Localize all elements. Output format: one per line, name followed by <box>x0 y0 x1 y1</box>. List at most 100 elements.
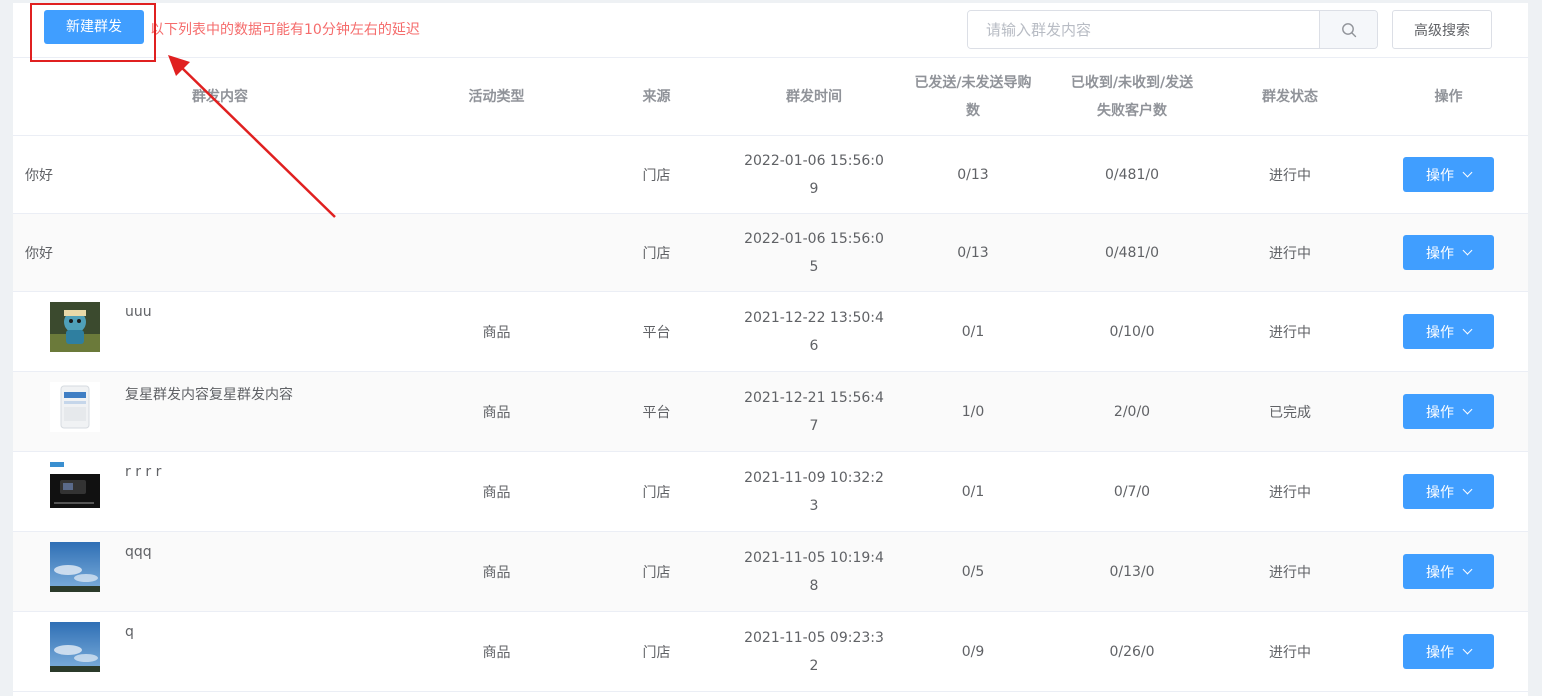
row-operation-cell: 操作 <box>1369 532 1528 611</box>
table-row: qqq 商品 门店 2021-11-05 10:19:4 8 0/5 0/13/0 进行中 操作 <box>13 532 1528 612</box>
row-content-text: uuu <box>125 304 152 320</box>
row-time: 2022-01-06 15:56:0 5 <box>735 214 893 291</box>
row-time: 2022-01-06 15:56:0 9 <box>735 136 893 213</box>
row-time-part1: 2021-12-21 15:56:4 <box>744 389 884 406</box>
operation-dropdown-button[interactable]: 操作 <box>1403 157 1494 192</box>
table-row: 复星群发内容复星群发内容 商品 平台 2021-12-21 15:56:4 7 1/0 2/… <box>13 372 1528 452</box>
row-status: 已完成 <box>1269 404 1311 421</box>
row-content-cell: uuu <box>13 292 415 371</box>
row-operation-cell: 操作 <box>1369 612 1528 691</box>
column-header-sent-line2: 数 <box>966 102 980 119</box>
row-time: 2021-12-22 13:50:4 6 <box>735 292 893 371</box>
row-time-part1: 2021-12-22 13:50:4 <box>744 309 884 326</box>
row-content-text: q <box>125 624 134 640</box>
row-status: 进行中 <box>1269 484 1311 501</box>
table-row: 你好 门店 2022-01-06 15:56:0 5 0/13 0/481/0 进行中 操作 <box>13 214 1528 292</box>
operation-button-label: 操作 <box>1426 245 1454 262</box>
table-body: 你好 门店 2022-01-06 15:56:0 9 0/13 0/481/0 进行中 操作你… <box>13 136 1528 692</box>
row-received-count: 0/7/0 <box>1113 483 1151 500</box>
column-header-received: 已收到/未收到/发送 失败客户数 <box>1053 58 1211 135</box>
column-header-content: 群发内容 <box>192 88 248 105</box>
chevron-down-icon <box>1462 324 1473 335</box>
row-received-count: 0/481/0 <box>1105 166 1159 183</box>
row-time-part2: 9 <box>809 180 819 197</box>
column-header-time: 群发时间 <box>786 88 842 105</box>
row-content-cell: q <box>13 612 415 691</box>
chevron-down-icon <box>1462 404 1473 415</box>
content-thumbnail <box>50 622 100 672</box>
operation-dropdown-button[interactable]: 操作 <box>1403 235 1494 270</box>
row-activity-type: 商品 <box>482 324 511 341</box>
row-time: 2021-11-05 10:19:4 8 <box>735 532 893 611</box>
content-thumbnail <box>50 382 100 432</box>
chevron-down-icon <box>1462 167 1473 178</box>
row-source: 门店 <box>642 484 671 501</box>
search-box <box>967 10 1378 49</box>
row-received-count: 0/26/0 <box>1109 643 1155 660</box>
row-activity-type: 商品 <box>482 404 511 421</box>
column-header-sent: 已发送/未发送导购 数 <box>893 58 1053 135</box>
main-panel: 新建群发 以下列表中的数据可能有10分钟左右的延迟 高级搜索 群发内容 活动类型… <box>13 3 1528 696</box>
row-content-text: 你好 <box>25 245 53 262</box>
row-operation-cell: 操作 <box>1369 372 1528 451</box>
operation-dropdown-button[interactable]: 操作 <box>1403 474 1494 509</box>
column-header-received-line2: 失败客户数 <box>1096 102 1167 119</box>
operation-dropdown-button[interactable]: 操作 <box>1403 314 1494 349</box>
broadcast-table: 群发内容 活动类型 来源 群发时间 已发送/未发送导购 数 已收到/未收到/发送… <box>13 57 1528 692</box>
operation-dropdown-button[interactable]: 操作 <box>1403 394 1494 429</box>
row-content-cell: 复星群发内容复星群发内容 <box>13 372 415 451</box>
row-sent-count: 0/5 <box>961 563 985 580</box>
operation-dropdown-button[interactable]: 操作 <box>1403 554 1494 589</box>
row-content-cell: qqq <box>13 532 415 611</box>
table-row: r r r r 商品 门店 2021-11-09 10:32:2 3 0/1 0/7/0 进行… <box>13 452 1528 532</box>
row-time-part2: 5 <box>809 258 819 275</box>
operation-button-label: 操作 <box>1426 484 1454 501</box>
column-header-source: 来源 <box>642 88 671 105</box>
row-time-part1: 2021-11-09 10:32:2 <box>744 469 884 486</box>
operation-dropdown-button[interactable]: 操作 <box>1403 634 1494 669</box>
row-activity-type: 商品 <box>482 564 511 581</box>
row-status: 进行中 <box>1269 167 1311 184</box>
chevron-down-icon <box>1462 484 1473 495</box>
row-activity-type <box>415 214 578 291</box>
row-content-text: r r r r <box>125 464 162 480</box>
row-source: 门店 <box>642 644 671 661</box>
operation-button-label: 操作 <box>1426 564 1454 581</box>
operation-button-label: 操作 <box>1426 404 1454 421</box>
row-activity-type <box>415 136 578 213</box>
row-status: 进行中 <box>1269 644 1311 661</box>
row-operation-cell: 操作 <box>1369 292 1528 371</box>
table-row: uuu 商品 平台 2021-12-22 13:50:4 6 0/1 0/10/0 进行中 操作 <box>13 292 1528 372</box>
new-broadcast-button[interactable]: 新建群发 <box>44 10 144 44</box>
row-received-count: 0/10/0 <box>1109 323 1155 340</box>
search-input[interactable] <box>968 11 1319 48</box>
row-time-part2: 7 <box>809 417 819 434</box>
row-activity-type: 商品 <box>482 644 511 661</box>
column-header-operation: 操作 <box>1434 88 1463 105</box>
advanced-search-button[interactable]: 高级搜索 <box>1392 10 1492 49</box>
operation-button-label: 操作 <box>1426 167 1454 184</box>
search-button[interactable] <box>1319 11 1377 48</box>
content-thumbnail <box>50 542 100 592</box>
row-received-count: 2/0/0 <box>1113 403 1151 420</box>
table-row: 你好 门店 2022-01-06 15:56:0 9 0/13 0/481/0 进行中 操作 <box>13 136 1528 214</box>
row-time-part1: 2022-01-06 15:56:0 <box>744 152 884 169</box>
search-icon <box>1341 22 1356 37</box>
row-time-part2: 6 <box>809 337 819 354</box>
chevron-down-icon <box>1462 245 1473 256</box>
row-time: 2021-11-09 10:32:2 3 <box>735 452 893 531</box>
column-header-type: 活动类型 <box>468 88 525 105</box>
page: 新建群发 以下列表中的数据可能有10分钟左右的延迟 高级搜索 群发内容 活动类型… <box>0 0 1542 696</box>
row-sent-count: 0/1 <box>961 483 985 500</box>
row-operation-cell: 操作 <box>1369 452 1528 531</box>
row-content-text: 你好 <box>25 167 53 184</box>
content-thumbnail <box>50 462 100 512</box>
row-status: 进行中 <box>1269 245 1311 262</box>
table-header: 群发内容 活动类型 来源 群发时间 已发送/未发送导购 数 已收到/未收到/发送… <box>13 58 1528 136</box>
row-time-part2: 2 <box>809 657 819 674</box>
row-sent-count: 0/13 <box>957 244 989 261</box>
content-thumbnail <box>50 302 100 352</box>
operation-button-label: 操作 <box>1426 324 1454 341</box>
chevron-down-icon <box>1462 564 1473 575</box>
row-source: 门店 <box>642 564 671 581</box>
